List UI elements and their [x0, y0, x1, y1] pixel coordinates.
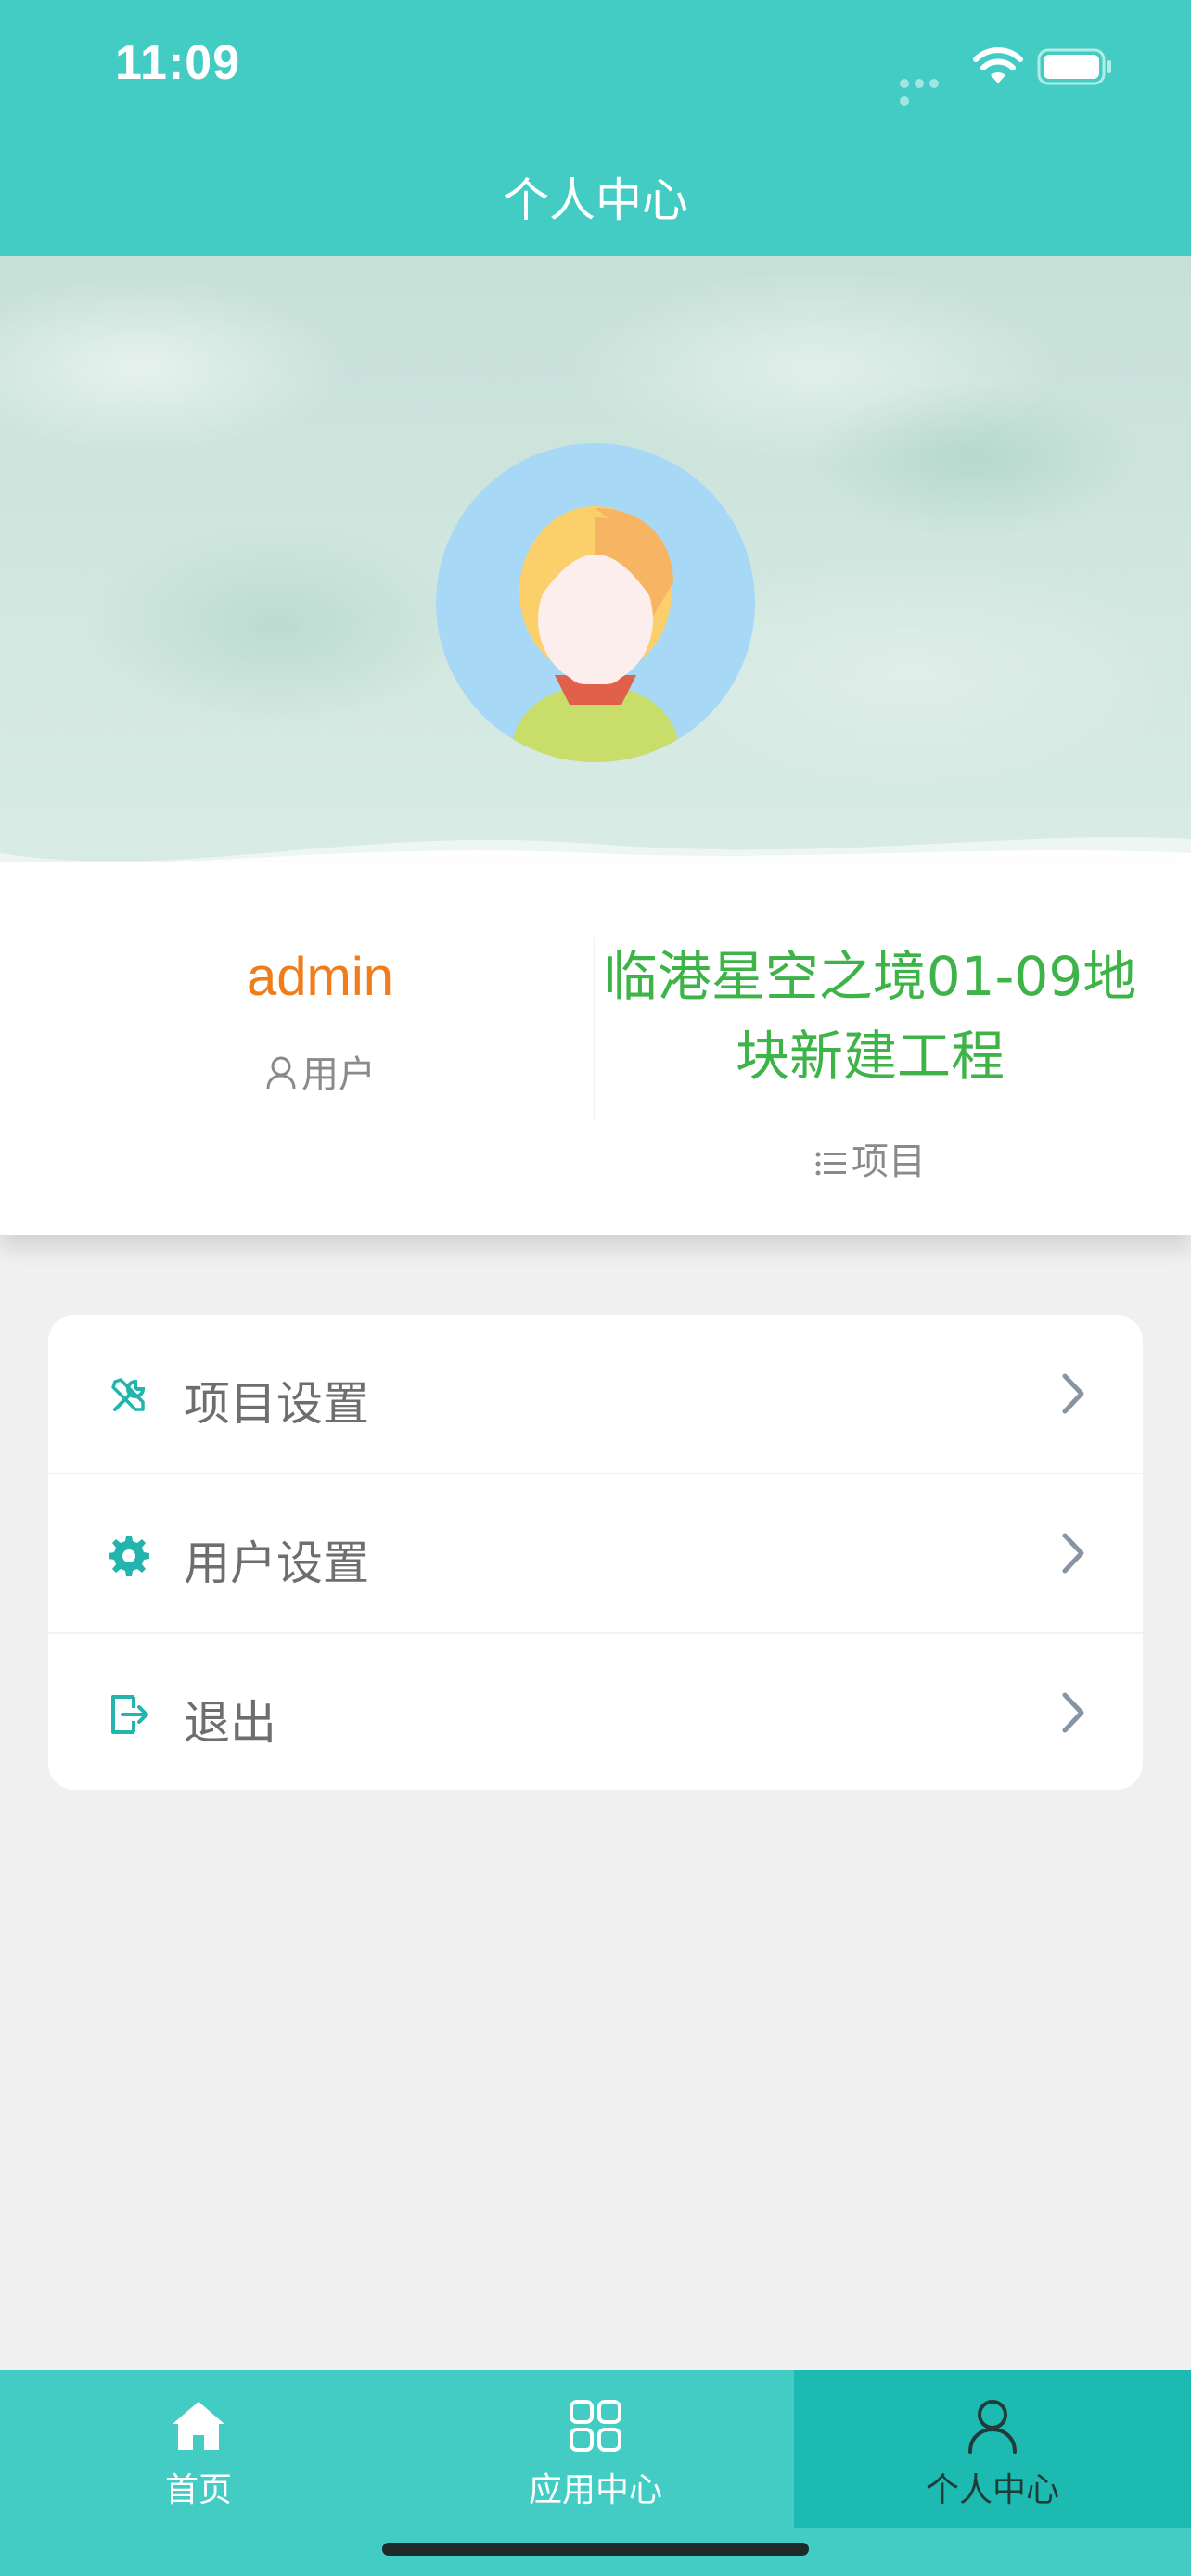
project-label-row: 项目 — [596, 1131, 1145, 1185]
username: admin — [247, 947, 393, 1007]
menu-item-project-settings[interactable]: 项目设置 — [48, 1315, 1143, 1473]
status-time: 11:09 — [115, 36, 241, 90]
cellular-signal-icon — [900, 74, 957, 106]
top-bar: 11:09 个人中心 — [0, 0, 1191, 256]
role-label: 用户 — [301, 1053, 376, 1096]
chevron-right-icon — [1062, 1533, 1084, 1574]
menu-item-user-settings[interactable]: 用户设置 — [48, 1474, 1143, 1632]
tab-home[interactable]: 首页 — [0, 2370, 397, 2528]
logout-icon — [111, 1695, 148, 1734]
page-title: 个人中心 — [503, 173, 688, 227]
grid-icon — [570, 2400, 621, 2452]
battery-icon — [1037, 48, 1111, 85]
user-icon — [968, 2400, 1017, 2454]
tab-personal-center[interactable]: 个人中心 — [794, 2370, 1191, 2528]
menu-item-label: 项目设置 — [184, 1377, 369, 1431]
home-indicator — [382, 2543, 809, 2556]
role-row: 用户 — [0, 1044, 640, 1098]
profile-info-card: admin 用户 临港星空之境01-09地块新建工程 项目 — [0, 862, 1191, 1235]
tools-icon — [111, 1378, 146, 1411]
chevron-right-icon — [1062, 1373, 1084, 1414]
chevron-right-icon — [1062, 1692, 1084, 1733]
tab-app-center[interactable]: 应用中心 — [397, 2370, 794, 2528]
menu-item-label: 退出 — [184, 1696, 276, 1750]
tab-label: 应用中心 — [528, 2471, 662, 2509]
home-icon — [173, 2402, 224, 2450]
avatar[interactable] — [436, 443, 755, 762]
menu-item-label: 用户设置 — [184, 1537, 369, 1590]
tab-label: 首页 — [164, 2471, 232, 2509]
project-label: 项目 — [852, 1141, 926, 1183]
wifi-icon — [973, 47, 1023, 83]
tab-label: 个人中心 — [925, 2471, 1059, 2509]
avatar-illustration — [512, 506, 679, 762]
user-outline-icon — [266, 1056, 296, 1090]
gear-icon — [109, 1536, 149, 1576]
menu-item-logout[interactable]: 退出 — [48, 1634, 1143, 1790]
list-icon — [815, 1152, 846, 1176]
project-name: 临港星空之境01-09地块新建工程 — [603, 945, 1137, 1088]
settings-menu: 项目设置 用户设置 退出 — [48, 1315, 1143, 1790]
